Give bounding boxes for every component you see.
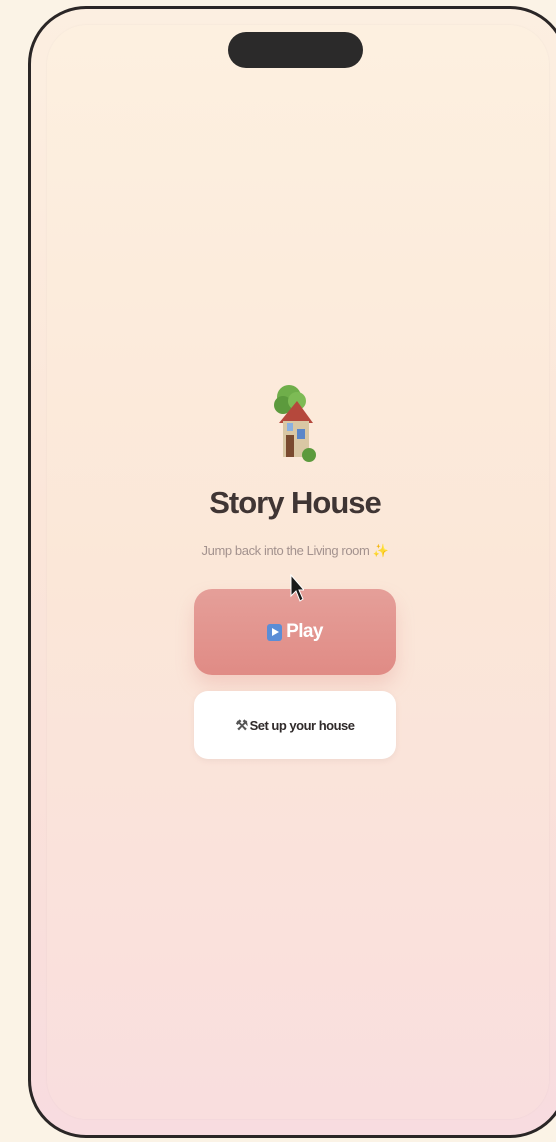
phone-frame: Story House Jump back into the Living ro… (28, 6, 556, 1138)
setup-label: Set up your house (249, 717, 355, 733)
app-title: Story House (209, 485, 382, 520)
house-with-tree-icon (273, 379, 317, 467)
hammer-and-wrench-icon: ⚒ (235, 716, 249, 733)
welcome-panel: Story House Jump back into the Living ro… (31, 379, 556, 759)
play-button-icon (267, 623, 283, 641)
play-label: Play (286, 621, 323, 642)
mouse-pointer-icon (290, 573, 306, 604)
dynamic-island (228, 32, 363, 68)
subtitle-text: Jump back into the Living room (201, 543, 370, 558)
setup-house-button[interactable]: ⚒ Set up your house (194, 691, 396, 759)
subtitle: Jump back into the Living room ✨ (202, 543, 389, 559)
sparkles-icon: ✨ (372, 543, 389, 558)
